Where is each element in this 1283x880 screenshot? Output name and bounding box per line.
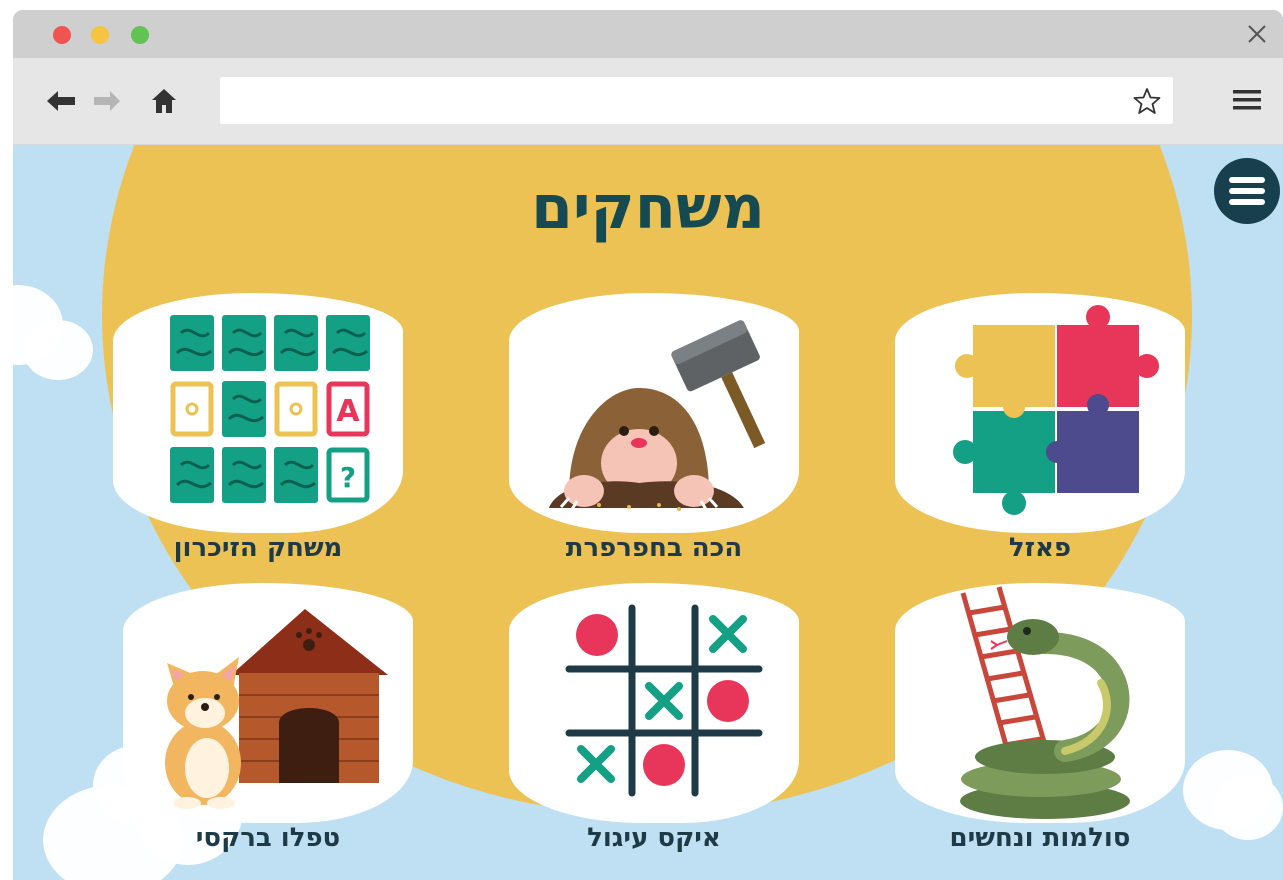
minimize-window-dot[interactable] bbox=[91, 26, 109, 44]
game-label: הכה בחפרפרת bbox=[565, 533, 743, 563]
menu-bar-icon bbox=[1229, 199, 1265, 205]
site-menu-button[interactable] bbox=[1214, 158, 1280, 224]
puzzle-pieces-icon bbox=[953, 305, 1159, 515]
address-bar[interactable] bbox=[220, 77, 1173, 124]
svg-text:?: ? bbox=[340, 461, 356, 494]
page-title: משחקים bbox=[531, 173, 765, 243]
game-card-dog-care[interactable]: טפלו ברקסי bbox=[123, 583, 413, 873]
game-label: טפלו ברקסי bbox=[195, 823, 341, 853]
menu-bar-icon bbox=[1229, 188, 1265, 194]
tic-tac-toe-icon bbox=[565, 604, 763, 797]
browser-window: משחקים A ? משחק הזיכרון הכה בחפרפרת פאזל… bbox=[13, 10, 1283, 880]
home-icon[interactable] bbox=[151, 88, 177, 114]
game-label: פאזל bbox=[1008, 533, 1072, 563]
cloud-left-2 bbox=[23, 320, 93, 380]
snake-ladder-icon bbox=[960, 586, 1130, 819]
close-window-dot[interactable] bbox=[53, 26, 71, 44]
menu-bar-icon bbox=[1229, 177, 1265, 183]
page-content: משחקים A ? משחק הזיכרון הכה בחפרפרת פאזל… bbox=[13, 145, 1283, 880]
svg-text:A: A bbox=[336, 394, 360, 429]
game-label: סולמות ונחשים bbox=[949, 823, 1131, 853]
memory-cards-icon: A ? bbox=[170, 315, 370, 503]
game-card-tic-tac-toe[interactable]: איקס עיגול bbox=[509, 583, 799, 873]
back-arrow-icon[interactable] bbox=[45, 88, 77, 114]
mole-hammer-icon bbox=[549, 320, 766, 512]
close-icon[interactable] bbox=[1245, 22, 1269, 46]
game-card-puzzle[interactable]: פאזל bbox=[895, 293, 1185, 583]
browser-toolbar bbox=[13, 58, 1283, 145]
title-bar bbox=[13, 10, 1283, 58]
bookmark-star-icon[interactable] bbox=[1133, 87, 1161, 115]
game-card-whack-a-mole[interactable]: הכה בחפרפרת bbox=[509, 293, 799, 583]
forward-arrow-icon[interactable] bbox=[92, 88, 122, 114]
dog-house-icon bbox=[165, 609, 388, 809]
browser-menu-icon[interactable] bbox=[1233, 88, 1261, 112]
url-input[interactable] bbox=[220, 77, 1173, 124]
maximize-window-dot[interactable] bbox=[131, 26, 149, 44]
cloud-right-2 bbox=[1213, 775, 1283, 840]
game-card-memory[interactable]: A ? משחק הזיכרון bbox=[113, 293, 403, 583]
game-label: משחק הזיכרון bbox=[173, 533, 343, 563]
game-card-snakes-ladders[interactable]: סולמות ונחשים bbox=[895, 583, 1185, 873]
game-label: איקס עיגול bbox=[587, 823, 721, 853]
